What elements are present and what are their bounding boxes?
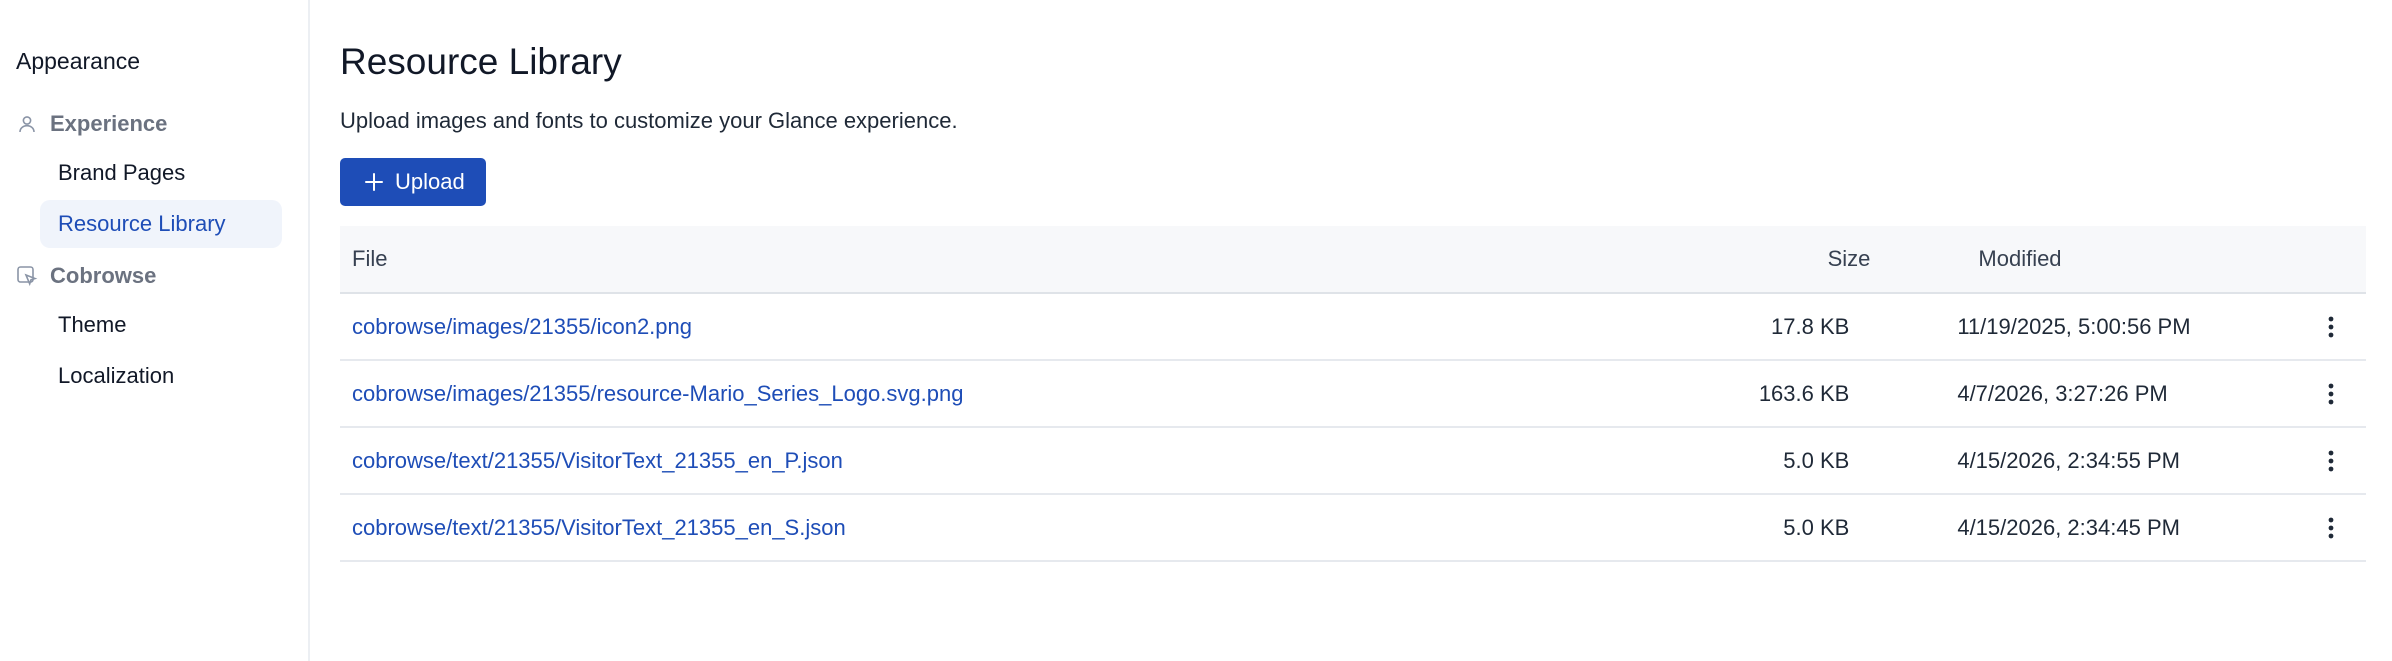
sidebar-item-brand-pages[interactable]: Brand Pages [40, 149, 282, 197]
resource-table: File Size Modified cobrowse/images/21355… [340, 226, 2366, 562]
column-header-file[interactable]: File [340, 246, 1516, 272]
file-size: 17.8 KB [1771, 313, 1850, 339]
plus-icon [363, 171, 385, 193]
sidebar-group-experience: Experience Brand Pages Resource Library [0, 104, 308, 248]
more-options-icon[interactable] [2318, 446, 2344, 476]
table-row: cobrowse/images/21355/resource-Mario_Ser… [340, 361, 2366, 428]
sidebar-item-label: Brand Pages [58, 160, 186, 185]
file-modified: 4/15/2026, 2:34:55 PM [1957, 447, 2180, 473]
sidebar-group-header-cobrowse: Cobrowse [0, 256, 308, 296]
file-size: 5.0 KB [1783, 447, 1850, 473]
main-content: Resource Library Upload images and fonts… [310, 0, 2392, 661]
column-header-size[interactable]: Size [1474, 246, 1871, 272]
sidebar-group-label: Experience [50, 111, 168, 136]
table-header: File Size Modified [340, 226, 2366, 294]
file-size: 163.6 KB [1758, 380, 1850, 406]
upload-button-label: Upload [395, 169, 465, 194]
sidebar: Appearance Experience Brand Pages Resour… [0, 0, 310, 661]
sidebar-item-label: Resource Library [58, 211, 226, 236]
page-description: Upload images and fonts to customize you… [340, 108, 958, 133]
sidebar-item-resource-library[interactable]: Resource Library [40, 200, 282, 248]
file-link[interactable]: cobrowse/text/21355/VisitorText_21355_en… [352, 515, 846, 540]
sidebar-item-label: Localization [58, 363, 175, 388]
file-link[interactable]: cobrowse/text/21355/VisitorText_21355_en… [352, 448, 843, 473]
sidebar-group-cobrowse: Cobrowse Theme Localization [0, 256, 308, 400]
more-options-icon[interactable] [2318, 513, 2344, 543]
table-row: cobrowse/images/21355/icon2.png 17.8 KB … [340, 294, 2366, 361]
sidebar-group-label: Cobrowse [50, 263, 157, 288]
file-link[interactable]: cobrowse/images/21355/icon2.png [352, 314, 692, 339]
sidebar-item-label: Theme [58, 312, 127, 337]
app-root: Appearance Experience Brand Pages Resour… [0, 0, 2392, 661]
user-icon [16, 113, 38, 135]
file-modified: 4/7/2026, 3:27:26 PM [1957, 380, 2168, 406]
upload-button[interactable]: Upload [340, 158, 486, 206]
table-row: cobrowse/text/21355/VisitorText_21355_en… [340, 428, 2366, 495]
sidebar-group-header-experience: Experience [0, 104, 308, 144]
file-link[interactable]: cobrowse/images/21355/resource-Mario_Ser… [352, 381, 963, 406]
file-modified: 11/19/2025, 5:00:56 PM [1957, 313, 2191, 339]
file-size: 5.0 KB [1783, 514, 1850, 540]
table-row: cobrowse/text/21355/VisitorText_21355_en… [340, 495, 2366, 562]
more-options-icon[interactable] [2318, 312, 2344, 342]
column-header-modified[interactable]: Modified [1870, 246, 2344, 272]
sidebar-item-localization[interactable]: Localization [40, 352, 282, 400]
page-title: Resource Library [340, 41, 622, 82]
cobrowse-cursor-icon [16, 265, 38, 287]
sidebar-item-theme[interactable]: Theme [40, 301, 282, 349]
sidebar-title: Appearance [16, 48, 141, 74]
more-options-icon[interactable] [2318, 379, 2344, 409]
file-modified: 4/15/2026, 2:34:45 PM [1957, 514, 2180, 540]
